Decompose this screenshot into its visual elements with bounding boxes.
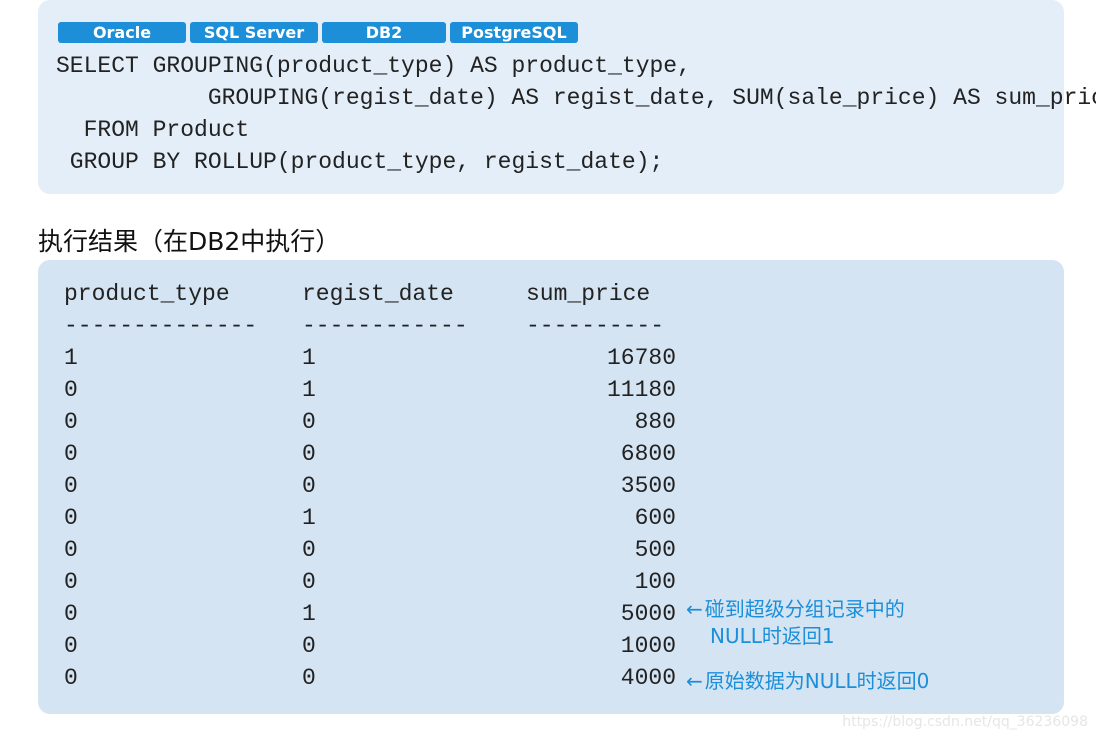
sql-code-panel: Oracle SQL Server DB2 PostgreSQL SELECT …: [38, 0, 1096, 194]
table-row: 0 0 500: [64, 534, 676, 566]
cell-sum-price: 4000: [620, 665, 676, 691]
cell-product-type: 0: [64, 505, 78, 531]
cell-product-type: 0: [64, 569, 78, 595]
table-row: 0 0 1000: [64, 630, 676, 662]
annotation-text: NULL时返回1: [710, 624, 835, 648]
cell-sum-price: 16780: [606, 345, 676, 371]
cell-sum-price: 1000: [620, 633, 676, 659]
cell-product-type: 1: [64, 345, 78, 371]
table-row: 0 1 5000: [64, 598, 676, 630]
db-tag-oracle: Oracle: [58, 22, 186, 43]
annotation-super-group: ← 碰到超级分组记录中的 NULL时返回1: [686, 596, 905, 650]
separator-dashes: ----------: [526, 313, 665, 339]
cell-product-type: 0: [64, 409, 78, 435]
cell-regist-date: 1: [302, 345, 316, 371]
column-header-regist-date: regist_date: [302, 281, 454, 307]
cell-sum-price: 500: [634, 537, 676, 563]
cell-regist-date: 0: [302, 473, 316, 499]
cell-sum-price: 11180: [606, 377, 676, 403]
code-line: FROM Product: [56, 117, 250, 143]
db-tag-postgresql: PostgreSQL: [450, 22, 578, 43]
left-arrow-icon: ←: [686, 597, 703, 621]
watermark: https://blog.csdn.net/qq_36236098: [842, 714, 1088, 730]
db-tag-db2: DB2: [322, 22, 446, 43]
cell-regist-date: 0: [302, 633, 316, 659]
annotation-original-null: ← 原始数据为NULL时返回0: [686, 668, 929, 695]
separator-dashes: --------------: [64, 313, 258, 339]
cell-regist-date: 0: [302, 441, 316, 467]
code-line: SELECT GROUPING(product_type) AS product…: [56, 53, 691, 79]
result-rows: 1 1 16780 0 1 11180 0 0 880 0 0 6800 0 0 3500 0 1 600 0 0 50…: [64, 342, 676, 694]
cell-regist-date: 1: [302, 377, 316, 403]
code-line: GROUPING(regist_date) AS regist_date, SU…: [56, 85, 1096, 111]
cell-regist-date: 0: [302, 569, 316, 595]
cell-sum-price: 100: [634, 569, 676, 595]
cell-sum-price: 5000: [620, 601, 676, 627]
cell-sum-price: 600: [634, 505, 676, 531]
db-tag-sql-server: SQL Server: [190, 22, 318, 43]
cell-product-type: 0: [64, 633, 78, 659]
table-row: 0 0 100: [64, 566, 676, 598]
sql-code-block: SELECT GROUPING(product_type) AS product…: [56, 50, 1096, 178]
cell-product-type: 0: [64, 601, 78, 627]
code-line: GROUP BY ROLLUP(product_type, regist_dat…: [56, 149, 664, 175]
cell-sum-price: 3500: [620, 473, 676, 499]
annotation-text: 原始数据为NULL时返回0: [704, 669, 930, 693]
cell-sum-price: 6800: [620, 441, 676, 467]
cell-sum-price: 880: [634, 409, 676, 435]
cell-product-type: 0: [64, 473, 78, 499]
cell-regist-date: 0: [302, 665, 316, 691]
cell-product-type: 0: [64, 537, 78, 563]
table-row: 0 0 880: [64, 406, 676, 438]
table-row: 0 0 3500: [64, 470, 676, 502]
cell-regist-date: 0: [302, 537, 316, 563]
left-arrow-icon: ←: [686, 669, 703, 693]
cell-regist-date: 1: [302, 505, 316, 531]
column-header-product-type: product_type: [64, 281, 230, 307]
separator-dashes: ------------: [302, 313, 468, 339]
result-table: product_type regist_date sum_price -----…: [64, 278, 676, 694]
result-heading: 执行结果（在DB2中执行）: [38, 227, 341, 256]
database-tags: Oracle SQL Server DB2 PostgreSQL: [58, 22, 578, 43]
cell-product-type: 0: [64, 377, 78, 403]
result-panel: product_type regist_date sum_price -----…: [38, 260, 1064, 714]
cell-product-type: 0: [64, 441, 78, 467]
table-separator-row: -------------- ------------ ----------: [64, 310, 664, 342]
table-row: 0 0 6800: [64, 438, 676, 470]
table-row: 0 1 11180: [64, 374, 676, 406]
table-row: 1 1 16780: [64, 342, 676, 374]
table-header-row: product_type regist_date sum_price: [64, 278, 650, 310]
cell-product-type: 0: [64, 665, 78, 691]
cell-regist-date: 1: [302, 601, 316, 627]
annotation-text: 碰到超级分组记录中的: [704, 597, 905, 621]
table-row: 0 1 600: [64, 502, 676, 534]
table-row: 0 0 4000: [64, 662, 676, 694]
column-header-sum-price: sum_price: [526, 281, 651, 307]
cell-regist-date: 0: [302, 409, 316, 435]
